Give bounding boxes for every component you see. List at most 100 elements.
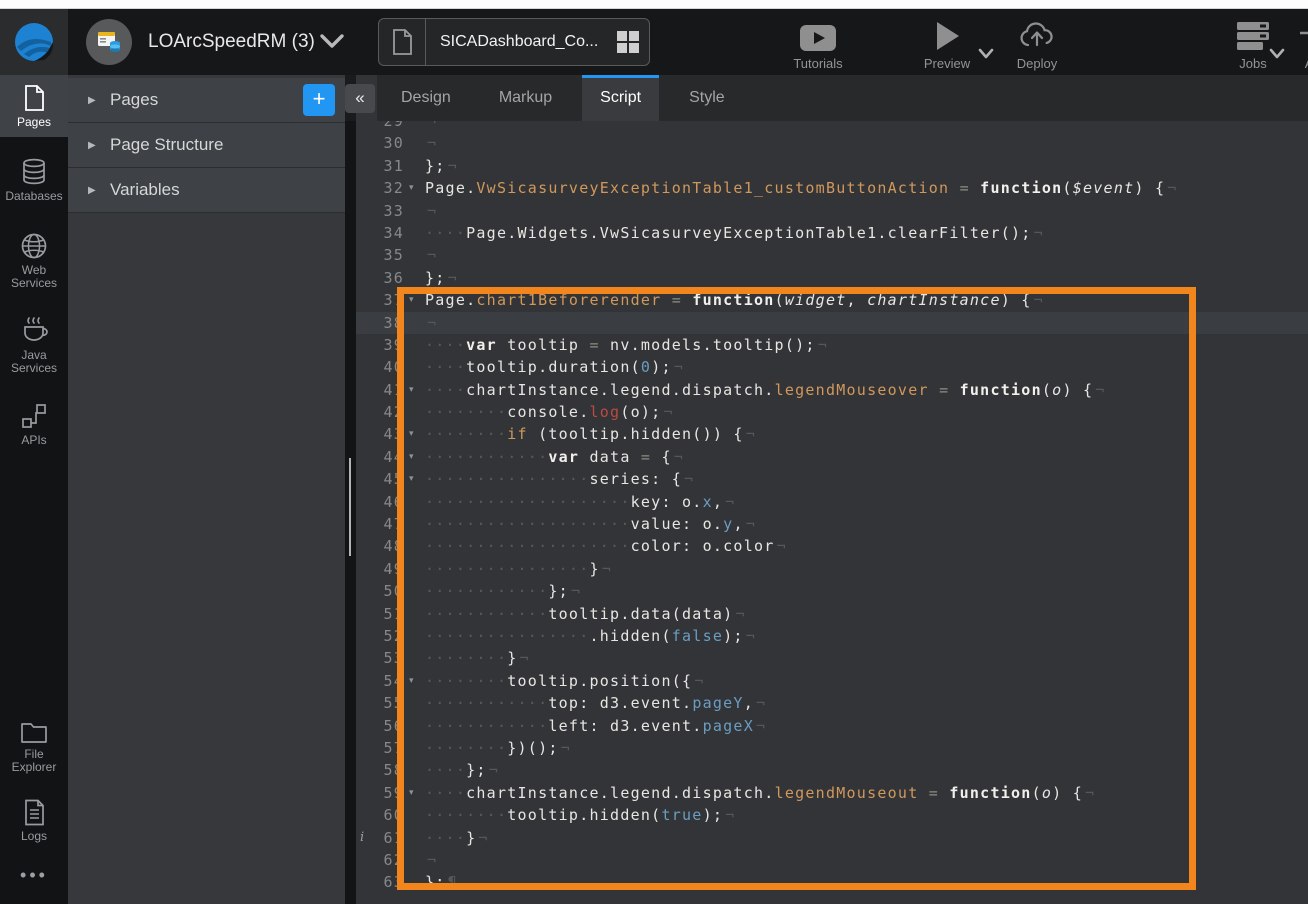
project-avatar[interactable]	[86, 19, 132, 65]
variables-expand-arrow-icon[interactable]: ▶	[88, 185, 102, 196]
rail-item-pages[interactable]: Pages	[0, 75, 68, 137]
rail-item-databases[interactable]: Databases	[0, 149, 68, 211]
project-switcher-chevron-down-icon[interactable]	[318, 31, 346, 51]
line-text: ················}¬	[425, 558, 612, 580]
code-line-38[interactable]: 38¬	[356, 312, 1308, 334]
line-number: 57	[374, 737, 404, 759]
code-line-37[interactable]: 37▾Page.chart1Beforerender = function(wi…	[356, 289, 1308, 311]
rail-label-pages: Pages	[17, 115, 51, 129]
pages-expand-arrow-icon[interactable]: ▶	[88, 95, 102, 106]
fold-arrow-icon[interactable]: ▾	[409, 379, 423, 401]
page-tab-label: SICADashboard_Co...	[426, 33, 607, 51]
open-page-tab[interactable]: SICADashboard_Co...	[378, 18, 650, 66]
code-line-49[interactable]: 49················}¬	[356, 558, 1308, 580]
rail-more-button[interactable]: •••	[0, 851, 68, 904]
code-editor[interactable]: 29¬30¬31};¬32▾Page.VwSicasurveyException…	[356, 121, 1308, 904]
rail-item-file-explorer[interactable]: File Explorer	[0, 711, 68, 782]
rail-label-apis: APIs	[21, 433, 46, 447]
panel-section-page-structure[interactable]: ▶ Page Structure	[68, 123, 345, 168]
code-line-59[interactable]: 59▾····chartInstance.legend.dispatch.leg…	[356, 782, 1308, 804]
tab-style[interactable]: Style	[671, 75, 743, 121]
wavemaker-logo-button[interactable]	[0, 9, 68, 75]
artifacts-label: Art	[1288, 56, 1308, 71]
databases-icon	[20, 158, 48, 186]
page-file-icon	[379, 19, 426, 65]
fold-arrow-icon[interactable]: ▾	[409, 468, 423, 490]
code-line-46[interactable]: 46····················key: o.x,¬	[356, 491, 1308, 513]
code-line-42[interactable]: 42········console.log(o);¬	[356, 401, 1308, 423]
code-line-57[interactable]: 57········})();¬	[356, 737, 1308, 759]
code-line-31[interactable]: 31};¬	[356, 155, 1308, 177]
line-text: ¬	[425, 312, 437, 334]
page-structure-expand-arrow-icon[interactable]: ▶	[88, 140, 102, 151]
code-line-62[interactable]: 62¬	[356, 849, 1308, 871]
page-layout-grid-icon[interactable]	[607, 30, 649, 54]
rail-item-apis[interactable]: APIs	[0, 393, 68, 455]
panel-section-variables[interactable]: ▶ Variables	[68, 168, 345, 213]
code-line-63[interactable]: 63};¶	[356, 871, 1308, 893]
code-line-39[interactable]: 39····var tooltip = nv.models.tooltip();…	[356, 334, 1308, 356]
line-number: 53	[374, 647, 404, 669]
project-name[interactable]: LOArcSpeedRM (3)	[148, 9, 315, 75]
panel-section-pages[interactable]: ▶ Pages +	[68, 78, 345, 123]
code-line-48[interactable]: 48····················color: o.color¬	[356, 535, 1308, 557]
code-line-61[interactable]: i61····}¬	[356, 827, 1308, 849]
code-line-60[interactable]: 60········tooltip.hidden(true);¬	[356, 804, 1308, 826]
code-line-50[interactable]: 50············};¬	[356, 580, 1308, 602]
code-line-29[interactable]: 29¬	[356, 121, 1308, 132]
fold-arrow-icon[interactable]: ▾	[409, 289, 423, 311]
line-text: ············left: d3.event.pageX¬	[425, 715, 766, 737]
fold-arrow-icon[interactable]: ▾	[409, 782, 423, 804]
rail-item-logs[interactable]: Logs	[0, 790, 68, 851]
rail-spacer	[0, 455, 68, 711]
code-line-41[interactable]: 41▾····chartInstance.legend.dispatch.leg…	[356, 379, 1308, 401]
collapse-panel-button[interactable]: «	[345, 84, 375, 113]
preview-button[interactable]: Preview	[905, 21, 989, 71]
file-explorer-folder-icon	[20, 720, 48, 744]
fold-arrow-icon[interactable]: ▾	[409, 177, 423, 199]
code-line-53[interactable]: 53········}¬	[356, 647, 1308, 669]
code-line-52[interactable]: 52················.hidden(false);¬	[356, 625, 1308, 647]
code-line-34[interactable]: 34····Page.Widgets.VwSicasurveyException…	[356, 222, 1308, 244]
jobs-button[interactable]: Jobs	[1218, 21, 1288, 71]
preview-options-chevron-down-icon[interactable]	[977, 47, 995, 60]
rail-item-web-services[interactable]: Web Services	[0, 223, 68, 298]
line-number: 63	[374, 871, 404, 893]
line-number: 36	[374, 267, 404, 289]
code-line-36[interactable]: 36};¬	[356, 267, 1308, 289]
code-line-47[interactable]: 47····················value: o.y,¬	[356, 513, 1308, 535]
tab-design[interactable]: Design	[383, 75, 469, 121]
code-line-45[interactable]: 45▾················series: {¬	[356, 468, 1308, 490]
tutorials-label: Tutorials	[778, 56, 858, 71]
code-line-33[interactable]: 33¬	[356, 200, 1308, 222]
code-line-56[interactable]: 56············left: d3.event.pageX¬	[356, 715, 1308, 737]
panel-scrollbar-thumb[interactable]	[349, 458, 351, 556]
code-line-30[interactable]: 30¬	[356, 132, 1308, 154]
code-line-54[interactable]: 54▾········tooltip.position({¬	[356, 670, 1308, 692]
line-text: ········tooltip.position({¬	[425, 670, 705, 692]
code-line-51[interactable]: 51············tooltip.data(data)¬	[356, 603, 1308, 625]
line-number: 40	[374, 356, 404, 378]
fold-arrow-icon[interactable]: ▾	[409, 423, 423, 445]
line-number: 48	[374, 535, 404, 557]
code-line-35[interactable]: 35¬	[356, 244, 1308, 266]
code-line-32[interactable]: 32▾Page.VwSicasurveyExceptionTable1_cust…	[356, 177, 1308, 199]
add-page-button[interactable]: +	[303, 84, 335, 116]
line-text: ¬	[425, 849, 437, 871]
fold-arrow-icon[interactable]: ▾	[409, 446, 423, 468]
tutorials-button[interactable]: Tutorials	[778, 21, 858, 71]
code-line-55[interactable]: 55············top: d3.event.pageY,¬	[356, 692, 1308, 714]
line-text: ············};¬	[425, 580, 581, 602]
code-line-58[interactable]: 58····};¬	[356, 759, 1308, 781]
fold-arrow-icon[interactable]: ▾	[409, 670, 423, 692]
artifacts-button-clipped[interactable]: Art	[1288, 21, 1308, 71]
jobs-options-chevron-down-icon[interactable]	[1268, 47, 1286, 60]
code-line-44[interactable]: 44▾············var data = {¬	[356, 446, 1308, 468]
code-line-43[interactable]: 43▾········if (tooltip.hidden()) {¬	[356, 423, 1308, 445]
rail-item-java-services[interactable]: Java Services	[0, 308, 68, 383]
tab-script[interactable]: Script	[582, 75, 659, 121]
pages-side-panel: ▶ Pages + ▶ Page Structure ▶ Variables	[68, 75, 345, 904]
tab-markup[interactable]: Markup	[481, 75, 570, 121]
code-line-40[interactable]: 40····tooltip.duration(0);¬	[356, 356, 1308, 378]
deploy-button[interactable]: Deploy	[997, 21, 1077, 71]
